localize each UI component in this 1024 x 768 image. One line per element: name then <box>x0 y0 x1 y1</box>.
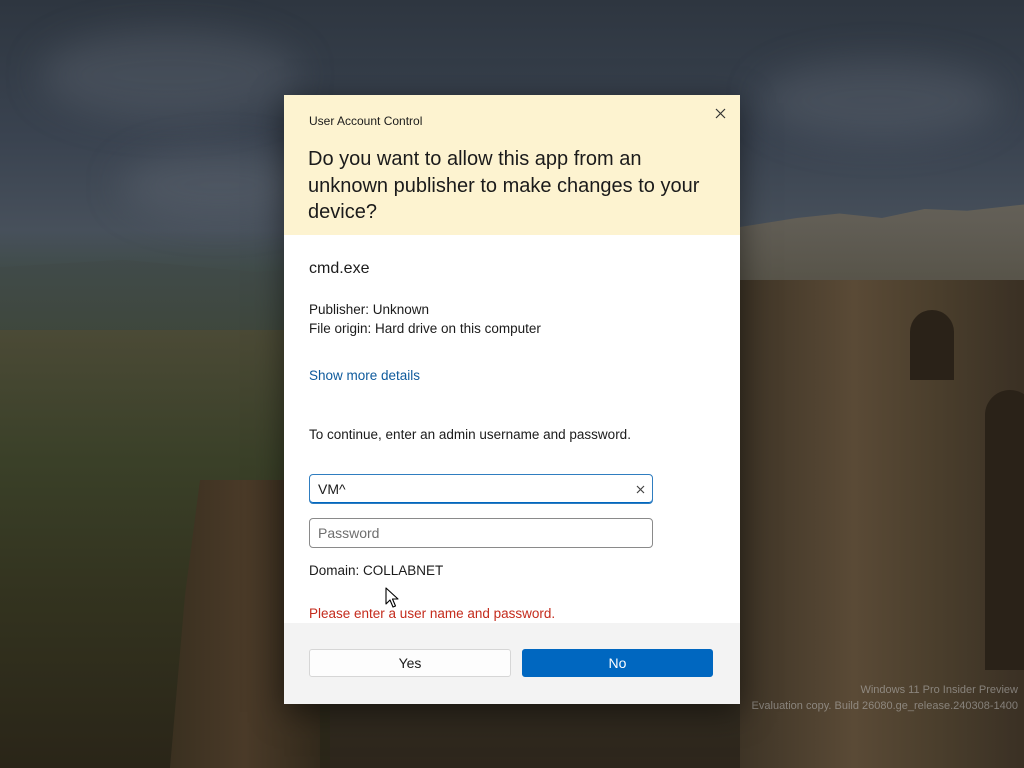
no-button[interactable]: No <box>522 649 713 677</box>
close-icon <box>715 108 725 118</box>
yes-button[interactable]: Yes <box>309 649 511 677</box>
uac-dialog: User Account Control Do you want to allo… <box>284 95 740 704</box>
windows-watermark: Windows 11 Pro Insider Preview Evaluatio… <box>752 682 1018 714</box>
file-origin-text: File origin: Hard drive on this computer <box>309 321 541 336</box>
show-more-details-link[interactable]: Show more details <box>309 368 420 383</box>
close-button[interactable] <box>704 99 736 127</box>
error-message: Please enter a user name and password. <box>309 606 556 621</box>
domain-text: Domain: COLLABNET <box>309 563 444 578</box>
clear-icon <box>636 485 644 493</box>
app-name: cmd.exe <box>309 260 370 277</box>
dialog-header: User Account Control Do you want to allo… <box>284 95 740 235</box>
password-input[interactable] <box>309 518 653 548</box>
clear-username-button[interactable] <box>631 480 649 498</box>
watermark-line-2: Evaluation copy. Build 26080.ge_release.… <box>751 700 1018 712</box>
publisher-text: Publisher: Unknown <box>309 302 430 317</box>
dialog-question: Do you want to allow this app from an un… <box>308 148 700 223</box>
username-input[interactable] <box>309 474 653 504</box>
mouse-cursor-icon <box>385 587 399 608</box>
credentials-instruction: To continue, enter an admin username and… <box>309 427 631 442</box>
dialog-caption: User Account Control <box>309 114 423 128</box>
watermark-line-1: Windows 11 Pro Insider Preview <box>860 684 1018 696</box>
